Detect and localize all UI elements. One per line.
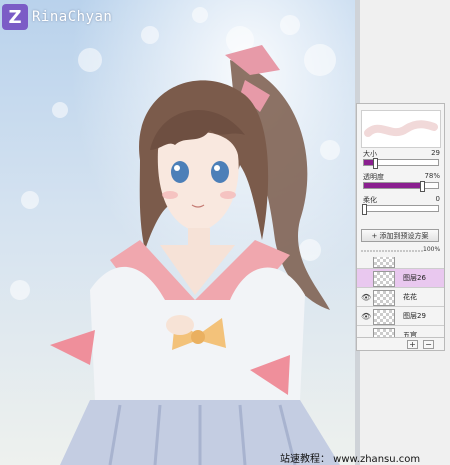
logo-badge-icon: Z bbox=[2, 4, 28, 30]
layer-row[interactable]: 五官 bbox=[357, 325, 444, 337]
eye-icon[interactable]: 👁 bbox=[361, 293, 371, 302]
layer-opacity-value: 100% bbox=[423, 246, 441, 253]
brand-name: RinaChyan bbox=[32, 9, 113, 25]
layer-name: 五官 bbox=[403, 331, 417, 337]
layer-opacity-bar[interactable]: 100% bbox=[361, 246, 441, 255]
opacity-slider-thumb[interactable] bbox=[419, 181, 425, 192]
artwork-canvas[interactable] bbox=[0, 0, 355, 465]
layer-row[interactable]: 👁 图层29 bbox=[357, 306, 444, 325]
soften-slider[interactable] bbox=[362, 204, 439, 215]
layer-list: 图层26 👁 花花 👁 图层29 五官 bbox=[357, 257, 444, 337]
opacity-label: 透明度 bbox=[363, 173, 384, 181]
add-layer-button[interactable]: + bbox=[407, 340, 418, 349]
brush-stroke-preview bbox=[364, 120, 438, 137]
opacity-slider[interactable] bbox=[363, 181, 439, 192]
brand-logo: Z RinaChyan bbox=[2, 4, 112, 30]
layer-row-selected[interactable]: 图层26 bbox=[357, 268, 444, 287]
size-slider[interactable] bbox=[363, 158, 439, 169]
soften-slider-thumb[interactable] bbox=[362, 204, 367, 215]
layer-row[interactable] bbox=[357, 257, 444, 268]
layer-row[interactable]: 👁 花花 bbox=[357, 287, 444, 306]
eye-hidden-icon[interactable] bbox=[361, 274, 370, 283]
watermark-text: 站速教程： www.zhansu.com bbox=[280, 454, 421, 465]
layer-thumbnail bbox=[373, 257, 395, 268]
layer-thumbnail bbox=[373, 290, 395, 306]
layer-panel-footer: + − bbox=[357, 337, 444, 351]
layer-name: 图层26 bbox=[403, 274, 426, 282]
add-preset-button[interactable]: + 添加到预设方案 bbox=[361, 229, 439, 242]
layer-thumbnail bbox=[373, 309, 395, 325]
layer-thumbnail bbox=[373, 271, 395, 287]
layer-name: 图层29 bbox=[403, 312, 426, 320]
soften-value: 0 bbox=[435, 195, 440, 203]
layer-thumbnail bbox=[373, 328, 395, 337]
eye-hidden-icon[interactable] bbox=[361, 257, 370, 264]
brush-panel: 大小 29 透明度 78% 柔化 0 + 添加到预设方案 100% 图层26 👁… bbox=[356, 103, 445, 351]
brush-preview bbox=[361, 110, 441, 148]
layer-name: 花花 bbox=[403, 293, 417, 301]
opacity-slider-fill bbox=[364, 183, 422, 188]
size-value: 29 bbox=[431, 149, 440, 157]
eye-icon[interactable]: 👁 bbox=[361, 312, 371, 321]
size-slider-thumb[interactable] bbox=[373, 158, 379, 169]
illustration bbox=[0, 0, 355, 465]
opacity-value: 78% bbox=[424, 172, 440, 180]
remove-layer-button[interactable]: − bbox=[423, 340, 434, 349]
